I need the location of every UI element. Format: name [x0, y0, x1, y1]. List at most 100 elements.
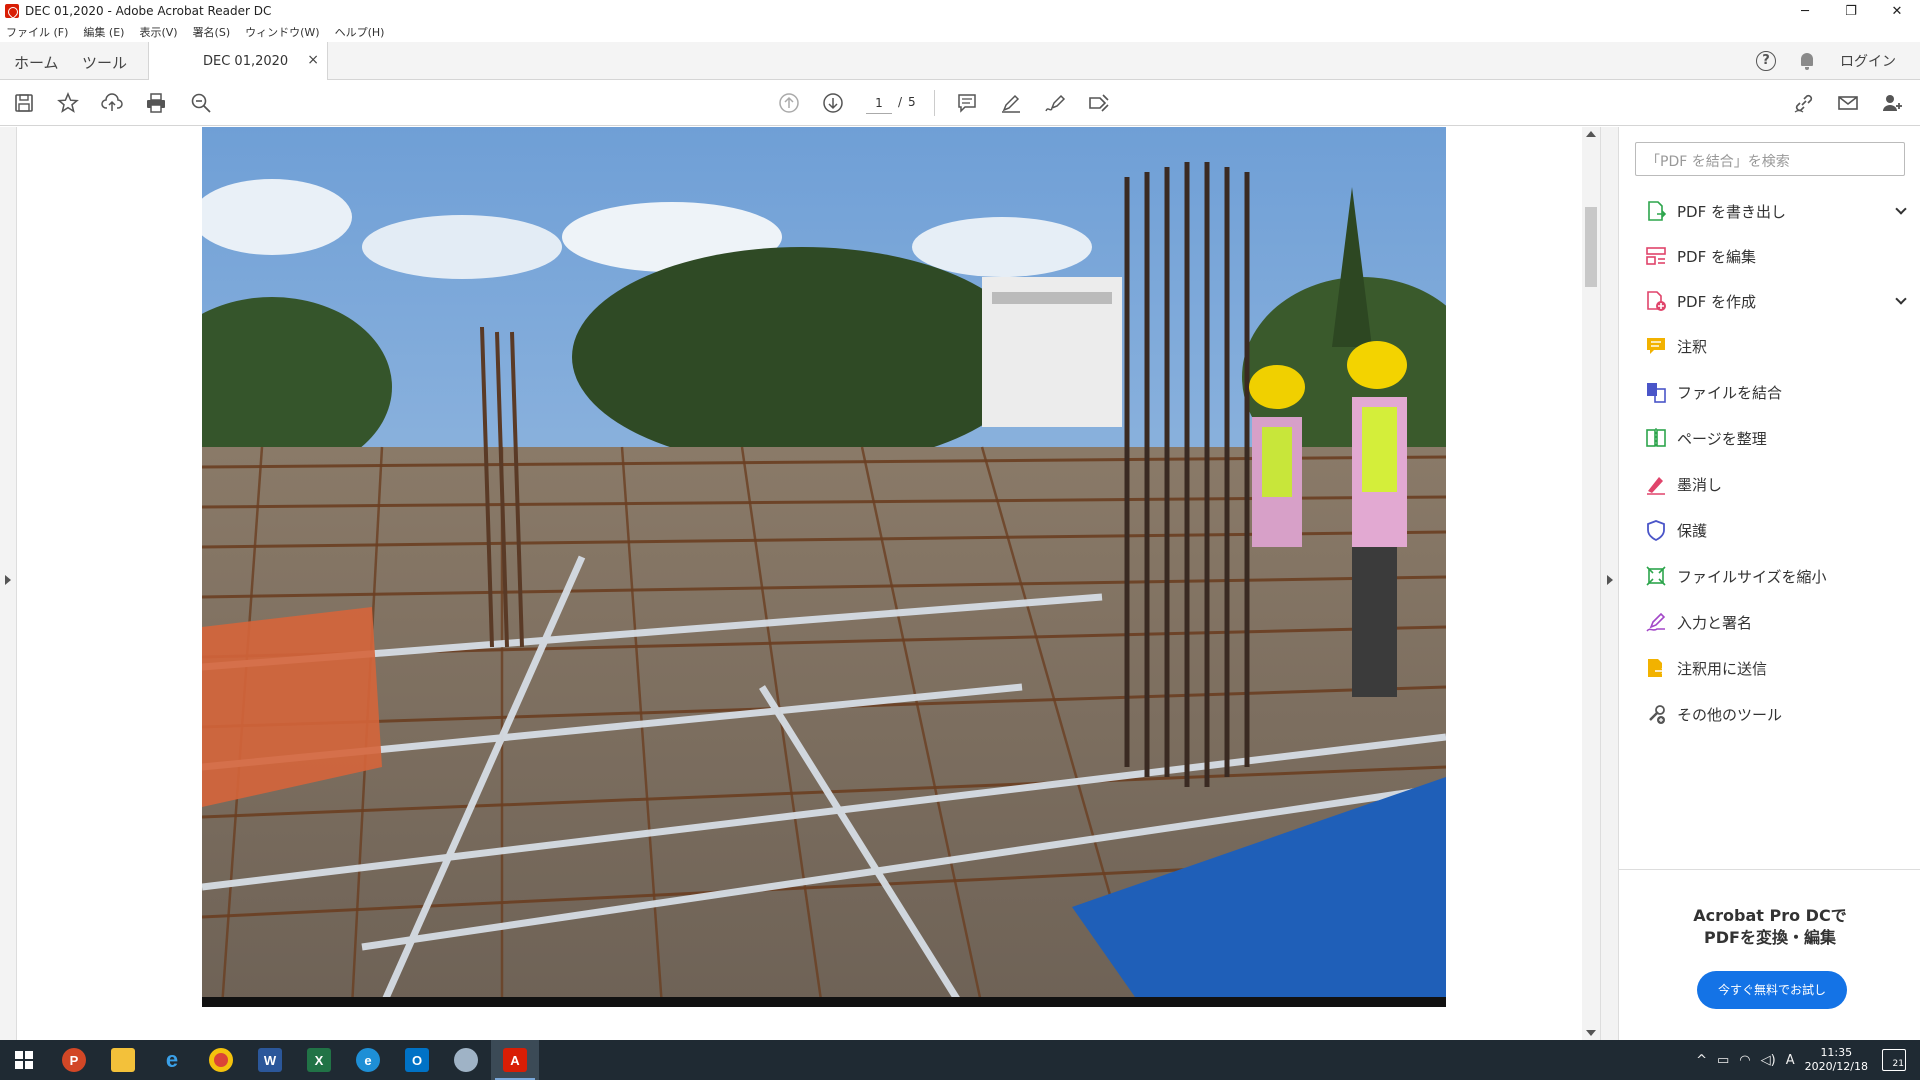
tool-label: ファイルサイズを縮小	[1677, 567, 1827, 586]
share-tag-icon[interactable]	[1087, 91, 1111, 115]
powerpoint-icon: P	[62, 1048, 86, 1072]
taskbar-word[interactable]: W	[246, 1040, 294, 1080]
zoom-out-icon[interactable]	[189, 91, 213, 115]
menu-window[interactable]: ウィンドウ(W)	[245, 24, 319, 40]
tool-edit-pdf[interactable]: PDF を編集	[1645, 241, 1905, 271]
chevron-up-icon[interactable]: ^	[1696, 1053, 1707, 1068]
link-icon[interactable]	[1792, 91, 1816, 115]
tool-protect[interactable]: 保護	[1645, 515, 1905, 545]
minimize-button[interactable]: ─	[1782, 0, 1828, 22]
folder-icon	[111, 1048, 135, 1072]
menu-view[interactable]: 表示(V)	[139, 24, 177, 40]
taskbar-internet-explorer[interactable]: e	[148, 1040, 196, 1080]
create-pdf-icon	[1647, 291, 1666, 311]
toolbar-divider	[934, 90, 935, 116]
volume-icon[interactable]: ◁)	[1761, 1053, 1776, 1068]
taskbar-chrome[interactable]	[197, 1040, 245, 1080]
mail-icon[interactable]	[1836, 91, 1860, 115]
maximize-button[interactable]: ❐	[1828, 0, 1874, 22]
expand-left-panel-icon[interactable]	[5, 575, 11, 585]
scroll-up-icon[interactable]	[1586, 131, 1596, 137]
tool-search-input[interactable]: 「PDF を結合」を検索	[1635, 142, 1905, 176]
taskbar-edge[interactable]: e	[344, 1040, 392, 1080]
close-tab-icon[interactable]: ×	[307, 52, 319, 68]
bell-icon[interactable]	[1798, 51, 1816, 71]
help-icon[interactable]: ?	[1756, 51, 1776, 71]
promo-divider	[1619, 869, 1920, 870]
window-controls: ─ ❐ ✕	[1782, 0, 1920, 22]
tab-home[interactable]: ホーム	[14, 52, 59, 73]
left-nav-collapsed[interactable]	[0, 127, 17, 1040]
notification-center-icon[interactable]: 21	[1882, 1049, 1906, 1071]
tool-fill-sign[interactable]: 入力と署名	[1645, 607, 1905, 637]
tool-label: 墨消し	[1677, 475, 1723, 494]
tool-comment[interactable]: 注釈	[1645, 331, 1905, 361]
menu-help[interactable]: ヘルプ(H)	[335, 24, 385, 40]
free-trial-button[interactable]: 今すぐ無料でお試し	[1697, 971, 1847, 1009]
chrome-icon	[209, 1048, 233, 1072]
tool-redact[interactable]: 墨消し	[1645, 469, 1905, 499]
page-total: 5	[908, 95, 916, 109]
menu-file[interactable]: ファイル (F)	[6, 24, 68, 40]
account-group: ? ログイン	[1756, 42, 1920, 80]
chevron-down-icon[interactable]	[1895, 203, 1907, 215]
more-tools-icon	[1649, 705, 1665, 724]
chevron-down-icon[interactable]	[1895, 293, 1907, 305]
close-window-button[interactable]: ✕	[1874, 0, 1920, 22]
taskbar-outlook[interactable]: O	[393, 1040, 441, 1080]
device-icon[interactable]: ▭	[1717, 1053, 1729, 1068]
scroll-down-icon[interactable]	[1586, 1030, 1596, 1036]
highlight-pen-icon[interactable]	[999, 91, 1023, 115]
sign-pen-icon[interactable]	[1043, 91, 1067, 115]
start-button[interactable]	[0, 1040, 48, 1080]
taskbar-excel[interactable]: X	[295, 1040, 343, 1080]
fill-sign-icon	[1646, 612, 1666, 632]
add-user-icon[interactable]	[1880, 91, 1904, 115]
scroll-thumb[interactable]	[1585, 207, 1597, 287]
taskbar-powerpoint[interactable]: P	[50, 1040, 98, 1080]
collapse-right-panel-icon[interactable]	[1607, 575, 1613, 585]
tools-panel: 「PDF を結合」を検索 PDF を書き出し PDF を編集 PDF を作成 注…	[1618, 127, 1920, 1040]
menu-bar: ファイル (F) 編集 (E) 表示(V) 署名(S) ウィンドウ(W) ヘルプ…	[0, 22, 1920, 42]
tool-create-pdf[interactable]: PDF を作成	[1645, 286, 1907, 316]
ime-indicator[interactable]: A	[1786, 1053, 1795, 1068]
menu-sign[interactable]: 署名(S)	[193, 24, 231, 40]
menu-edit[interactable]: 編集 (E)	[83, 24, 124, 40]
taskbar-file-explorer[interactable]	[99, 1040, 147, 1080]
taskbar-acrobat[interactable]: A	[491, 1040, 539, 1080]
acrobat-app-icon	[5, 4, 19, 18]
page-number-input[interactable]: 1	[866, 92, 892, 114]
tool-label: 保護	[1677, 521, 1708, 540]
next-page-icon[interactable]	[821, 91, 845, 115]
wifi-icon[interactable]: ◠	[1739, 1053, 1750, 1068]
tab-tools[interactable]: ツール	[82, 52, 127, 73]
comment-icon[interactable]	[955, 91, 979, 115]
cloud-upload-icon[interactable]	[100, 91, 124, 115]
login-button[interactable]: ログイン	[1840, 51, 1896, 71]
save-icon[interactable]	[12, 91, 36, 115]
redact-icon	[1647, 477, 1665, 495]
promo-title: Acrobat Pro DCで PDFを変換・編集	[1639, 905, 1901, 949]
clock[interactable]: 11:35 2020/12/18	[1805, 1046, 1868, 1074]
promo-line-2: PDFを変換・編集	[1704, 928, 1836, 947]
right-panel-toggle[interactable]	[1600, 127, 1618, 1040]
tool-label: PDF を作成	[1677, 292, 1756, 311]
document-tab-label: DEC 01,2020	[203, 54, 289, 69]
tool-organize-pages[interactable]: ページを整理	[1645, 423, 1905, 453]
tool-combine-files[interactable]: ファイルを結合	[1645, 377, 1905, 407]
tool-send-for-comments[interactable]: 注釈用に送信	[1645, 653, 1905, 683]
tool-export-pdf[interactable]: PDF を書き出し	[1645, 196, 1907, 226]
compress-icon	[1646, 566, 1666, 586]
excel-icon: X	[307, 1048, 331, 1072]
vertical-scrollbar[interactable]	[1582, 127, 1600, 1040]
export-pdf-icon	[1648, 201, 1667, 221]
taskbar-paint[interactable]	[442, 1040, 490, 1080]
tab-document[interactable]: DEC 01,2020 ×	[148, 42, 328, 80]
star-icon[interactable]	[56, 91, 80, 115]
tool-compress[interactable]: ファイルサイズを縮小	[1645, 561, 1905, 591]
previous-page-icon[interactable]	[777, 91, 801, 115]
tool-label: PDF を書き出し	[1677, 202, 1786, 221]
print-icon[interactable]	[144, 91, 168, 115]
tool-more-tools[interactable]: その他のツール	[1645, 699, 1905, 729]
outlook-icon: O	[405, 1048, 429, 1072]
